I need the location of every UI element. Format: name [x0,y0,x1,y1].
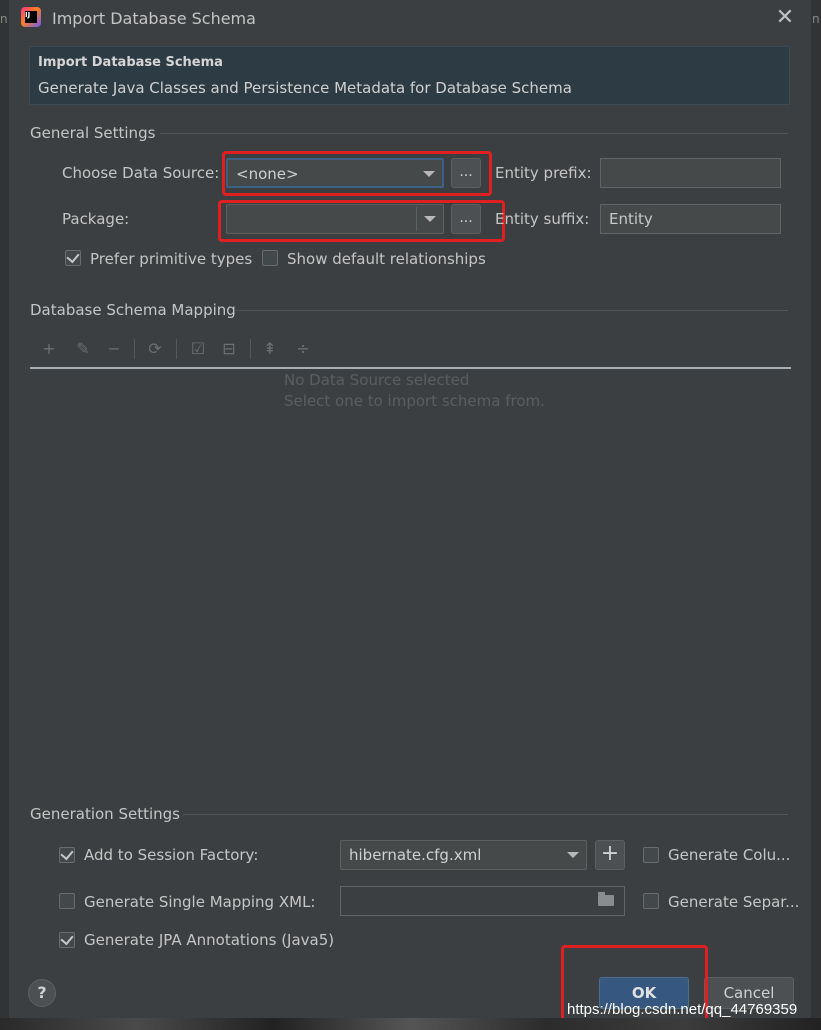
title-bar: IJ Import Database Schema ✕ [9,0,811,38]
add-session-button[interactable]: + [595,840,625,870]
jpa-label: Generate JPA Annotations (Java5) [84,931,335,949]
session-factory-value: hibernate.cfg.xml [349,846,482,864]
mapping-section-title: Database Schema Mapping [30,301,236,319]
single-mapping-field[interactable] [340,886,625,916]
empty-state-line1: No Data Source selected [284,371,470,389]
background-right-edge [811,0,821,1030]
refresh-icon[interactable]: ⟳ [146,340,164,358]
header-title: Import Database Schema [38,55,223,70]
entity-prefix-field[interactable] [600,158,781,188]
section-divider [236,310,788,311]
section-divider [183,814,788,815]
entity-suffix-label: Entity suffix: [495,210,590,228]
mapping-table-header [30,367,791,369]
intellij-app-icon: IJ [21,7,41,27]
empty-state-line2: Select one to import schema from. [284,392,545,410]
prefer-primitive-checkbox[interactable] [65,249,81,266]
add-session-label: Add to Session Factory: [84,846,259,864]
gen-columns-checkbox[interactable] [643,847,659,863]
toolbar-separator [250,339,251,359]
show-default-checkbox[interactable] [262,250,278,266]
expand-all-icon[interactable]: ⇞ [261,340,279,358]
add-session-checkbox[interactable] [59,846,75,863]
single-mapping-checkbox[interactable] [59,893,75,909]
window-title: Import Database Schema [52,9,256,28]
chevron-down-icon [567,852,579,858]
entity-prefix-label: Entity prefix: [495,164,592,182]
check-all-icon[interactable]: ☑ [189,340,207,358]
entity-suffix-field[interactable]: Entity [600,204,781,234]
highlight-box [218,200,505,242]
watermark-text: https://blog.csdn.net/qq_44769359 [567,1001,798,1018]
uncheck-all-icon[interactable]: ⊟ [220,340,238,358]
gen-columns-label: Generate Colu... [668,846,791,864]
background-strip [0,1018,821,1030]
background-left-edge [0,0,9,1030]
background-fragment: n [812,12,820,26]
show-default-label: Show default relationships [287,250,486,268]
edit-icon[interactable]: ✎ [74,340,92,358]
highlight-box [222,151,492,196]
section-divider [160,133,788,134]
generation-settings-title: Generation Settings [30,805,180,823]
session-factory-combo[interactable]: hibernate.cfg.xml [340,840,587,870]
add-icon[interactable]: + [40,340,58,358]
gen-separate-checkbox[interactable] [643,893,659,909]
toolbar-separator [134,339,135,359]
close-icon[interactable]: ✕ [774,7,796,29]
entity-suffix-value: Entity [609,210,653,228]
gen-separate-label: Generate Separ... [668,893,800,911]
package-label: Package: [62,210,130,228]
remove-icon[interactable]: − [105,340,123,358]
folder-icon[interactable] [598,892,614,906]
toolbar-separator [176,339,177,359]
collapse-all-icon[interactable]: ÷ [294,340,312,358]
header-panel: Import Database Schema Generate Java Cla… [29,46,790,105]
prefer-primitive-label: Prefer primitive types [90,250,253,268]
jpa-checkbox[interactable] [59,931,75,948]
header-subtitle: Generate Java Classes and Persistence Me… [38,79,572,97]
data-source-label: Choose Data Source: [62,164,220,182]
background-fragment: n [0,12,8,26]
help-button[interactable]: ? [28,979,56,1007]
single-mapping-label: Generate Single Mapping XML: [84,893,316,911]
general-settings-title: General Settings [30,124,156,142]
